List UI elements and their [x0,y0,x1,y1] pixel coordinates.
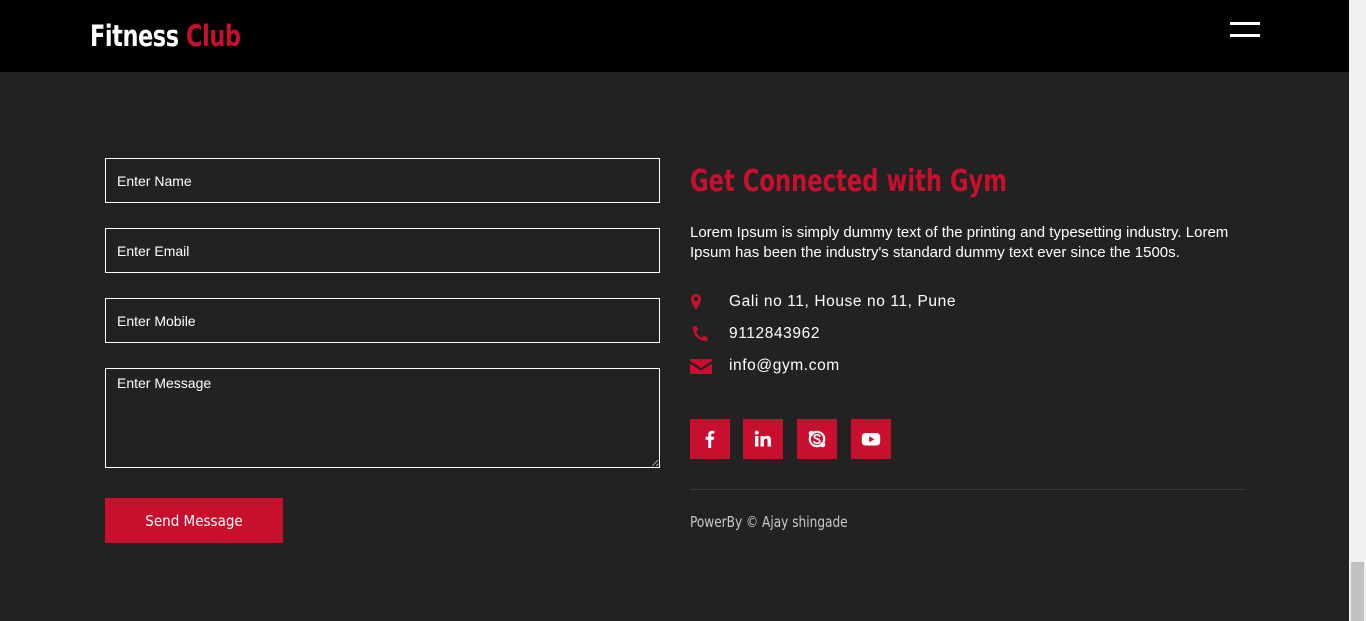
address-row: Gali no 11, House no 11, Pune [690,290,1090,314]
contact-title: Get Connected with Gym [690,164,1007,199]
send-message-button[interactable]: Send Message [105,498,283,543]
footer-divider [690,489,1245,490]
linkedin-button[interactable] [743,419,783,459]
scrollbar-thumb[interactable] [1351,562,1364,621]
youtube-icon [861,433,881,446]
page-scrollbar[interactable] [1349,0,1366,621]
menu-line [1230,34,1260,37]
email-row: info@gym.com [690,354,1090,378]
envelope-icon [690,359,712,374]
message-textarea[interactable] [105,368,660,468]
phone-icon [692,326,708,342]
phone-text[interactable]: 9112843962 [729,322,820,346]
menu-line [1230,22,1260,25]
skype-button[interactable] [797,419,837,459]
facebook-icon [705,430,715,448]
footer-credit: PowerBy © Ajay shingade [690,513,848,531]
logo-accent-text: Club [186,19,241,53]
email-text[interactable]: info@gym.com [729,354,840,378]
mobile-input[interactable] [105,298,660,343]
contact-description: Lorem Ipsum is simply dummy text of the … [690,224,1229,261]
linkedin-icon [754,430,771,447]
site-logo[interactable]: Fitness Club [90,16,241,56]
map-marker-icon [691,294,701,310]
phone-row: 9112843962 [690,322,1090,346]
name-input[interactable] [105,158,660,203]
facebook-button[interactable] [690,419,730,459]
email-input[interactable] [105,228,660,273]
address-text: Gali no 11, House no 11, Pune [729,293,957,310]
skype-icon [808,430,826,448]
hamburger-menu-icon[interactable] [1228,20,1262,42]
site-header: Fitness Club [0,0,1349,72]
youtube-button[interactable] [851,419,891,459]
logo-main-text: Fitness [90,19,179,53]
